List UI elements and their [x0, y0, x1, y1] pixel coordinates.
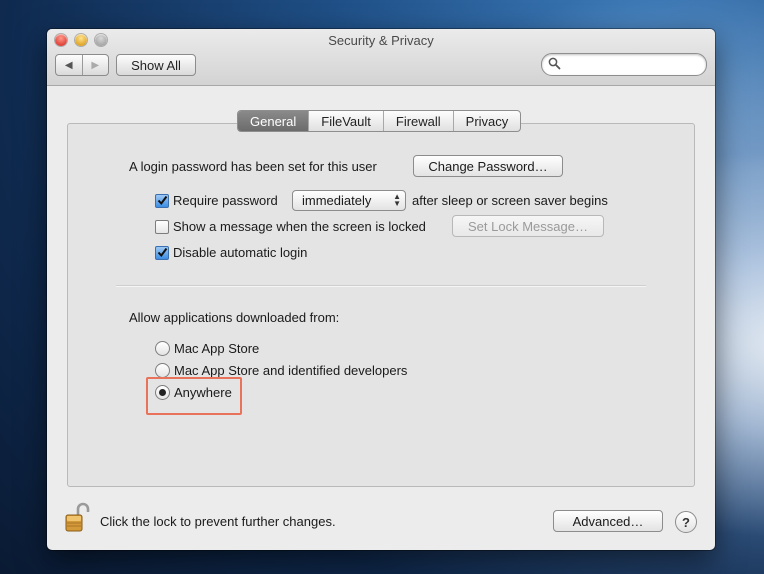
tab-firewall[interactable]: Firewall [382, 111, 453, 131]
radio-label-identified-developers: Mac App Store and identified developers [174, 363, 408, 378]
radio-identified-developers[interactable] [155, 363, 170, 378]
chevron-updown-icon: ▲ ▼ [393, 192, 401, 208]
back-forward-control: ◀ ▶ [55, 54, 109, 76]
section-divider [116, 285, 646, 286]
search-field[interactable] [541, 53, 707, 76]
disable-auto-login-checkbox[interactable] [155, 246, 169, 260]
radio-mac-app-store[interactable] [155, 341, 170, 356]
title-bar: Security & Privacy ◀ ▶ Show All [47, 29, 715, 86]
security-privacy-window: Security & Privacy ◀ ▶ Show All General … [47, 29, 715, 550]
require-password-checkbox[interactable] [155, 194, 169, 208]
tab-general[interactable]: General [238, 111, 309, 131]
change-password-button[interactable]: Change Password… [413, 155, 563, 177]
checkmark-icon [157, 195, 168, 206]
window-title: Security & Privacy [328, 33, 434, 48]
tab-privacy[interactable]: Privacy [452, 111, 521, 131]
disable-auto-login-label: Disable automatic login [173, 245, 308, 260]
require-password-label: Require password [173, 193, 278, 208]
radio-label-mac-app-store: Mac App Store [174, 341, 260, 356]
checkmark-icon [157, 247, 168, 258]
back-button[interactable]: ◀ [56, 55, 82, 75]
show-message-label: Show a message when the screen is locked [173, 219, 426, 234]
show-message-checkbox[interactable] [155, 220, 169, 234]
forward-button[interactable]: ▶ [81, 55, 109, 75]
tab-filevault[interactable]: FileVault [308, 111, 383, 131]
login-password-text: A login password has been set for this u… [129, 159, 377, 174]
help-button[interactable]: ? [675, 511, 697, 533]
popup-value: immediately [302, 193, 372, 208]
require-password-delay-popup[interactable]: immediately ▲ ▼ [292, 190, 406, 211]
show-all-button[interactable]: Show All [116, 54, 196, 76]
search-icon [548, 57, 561, 70]
advanced-button[interactable]: Advanced… [553, 510, 663, 532]
settings-panel [67, 123, 695, 487]
set-lock-message-button[interactable]: Set Lock Message… [452, 215, 604, 237]
unlocked-padlock-icon[interactable] [65, 501, 91, 533]
anywhere-highlight-box [146, 377, 242, 415]
search-input[interactable] [566, 56, 700, 74]
require-password-suffix: after sleep or screen saver begins [412, 193, 608, 208]
tab-bar: General FileVault Firewall Privacy [237, 110, 522, 132]
lock-hint-text: Click the lock to prevent further change… [100, 514, 336, 529]
allow-apps-heading: Allow applications downloaded from: [129, 310, 340, 325]
